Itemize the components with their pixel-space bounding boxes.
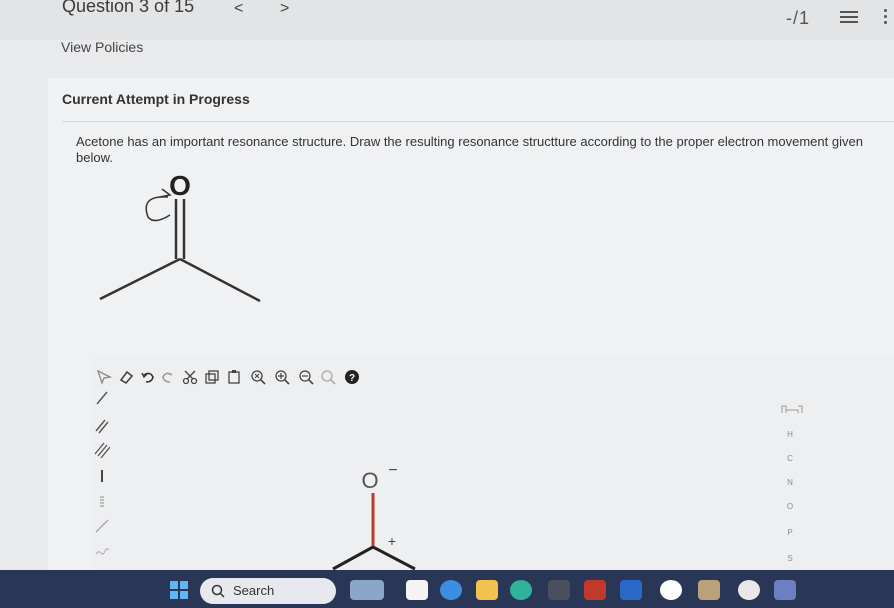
view-policies-link[interactable]: View Policies [61, 39, 143, 55]
hash-bond-icon[interactable] [94, 494, 110, 510]
svg-text:?: ? [349, 373, 355, 384]
media-app-icon[interactable] [620, 580, 642, 600]
zoom-out-icon[interactable] [298, 369, 314, 385]
periodic-table-icon[interactable] [781, 402, 803, 414]
search-icon [211, 584, 225, 598]
question-number: Question 3 of 15 [62, 0, 195, 16]
copy-icon[interactable] [204, 369, 220, 385]
next-question-button[interactable]: > [280, 0, 289, 18]
element-s-button[interactable]: S [780, 554, 800, 563]
drawn-structure[interactable]: O − + [325, 463, 435, 573]
video-call-app-icon[interactable] [440, 580, 462, 600]
structure-drawing-canvas[interactable] [90, 358, 894, 570]
carbon-bond-left [332, 545, 374, 571]
acetone-structure: O [99, 170, 261, 303]
positive-charge: + [388, 533, 396, 549]
chain-tool-icon[interactable] [94, 518, 110, 534]
element-c-button[interactable]: C [780, 454, 800, 463]
oxide-atom-label: O [361, 468, 378, 493]
carbon-bond-right [372, 545, 416, 571]
taskbar-search-label: Search [233, 583, 275, 598]
double-bond-icon[interactable] [94, 418, 110, 434]
element-n-button[interactable]: N [780, 478, 800, 487]
edge-browser-icon[interactable] [510, 580, 532, 600]
element-p-button[interactable]: P [780, 528, 800, 537]
methyl-bond-left [99, 257, 181, 301]
negative-charge: − [388, 463, 397, 479]
windows-start-icon[interactable] [170, 581, 188, 599]
question-list-icon[interactable] [840, 8, 858, 26]
zoom-in-icon[interactable] [274, 369, 290, 385]
file-app-icon[interactable] [406, 580, 428, 600]
single-bond-icon[interactable] [94, 390, 110, 406]
oxygen-atom-label: O [169, 170, 191, 201]
photos-app-icon[interactable] [698, 580, 720, 600]
undo-icon[interactable] [140, 369, 156, 385]
paste-icon[interactable] [226, 369, 242, 385]
attempt-status: Current Attempt in Progress [62, 91, 250, 107]
select-tool-icon[interactable] [96, 369, 112, 385]
previous-question-button[interactable]: < [234, 0, 243, 18]
question-prompt: Acetone has an important resonance struc… [76, 134, 863, 165]
chrome-browser-icon[interactable] [660, 580, 682, 600]
element-h-button[interactable]: H [780, 430, 800, 439]
electron-arrow [145, 196, 171, 222]
eraser-icon[interactable] [118, 369, 134, 385]
triple-bond-icon[interactable] [94, 442, 110, 458]
wavy-bond-icon[interactable] [94, 542, 110, 558]
file-explorer-icon[interactable] [476, 580, 498, 600]
zoom-reset-icon[interactable] [320, 369, 336, 385]
redo-icon[interactable] [160, 369, 176, 385]
widgets-app-icon[interactable] [350, 580, 384, 600]
store-app-icon[interactable] [548, 580, 570, 600]
security-app-icon[interactable] [584, 580, 606, 600]
help-icon[interactable]: ? [344, 369, 360, 385]
zoom-fit-icon[interactable] [250, 369, 266, 385]
question-score: -/1 [786, 8, 811, 28]
methyl-bond-right [179, 257, 261, 303]
google-app-icon[interactable] [738, 580, 760, 600]
divider [62, 121, 894, 122]
teams-app-icon[interactable] [774, 580, 796, 600]
taskbar-search-box[interactable]: Search [200, 578, 336, 604]
more-options-icon[interactable] [884, 9, 888, 27]
element-o-button[interactable]: O [780, 502, 800, 511]
cut-icon[interactable] [182, 369, 198, 385]
wedge-bond-icon[interactable] [94, 468, 110, 484]
